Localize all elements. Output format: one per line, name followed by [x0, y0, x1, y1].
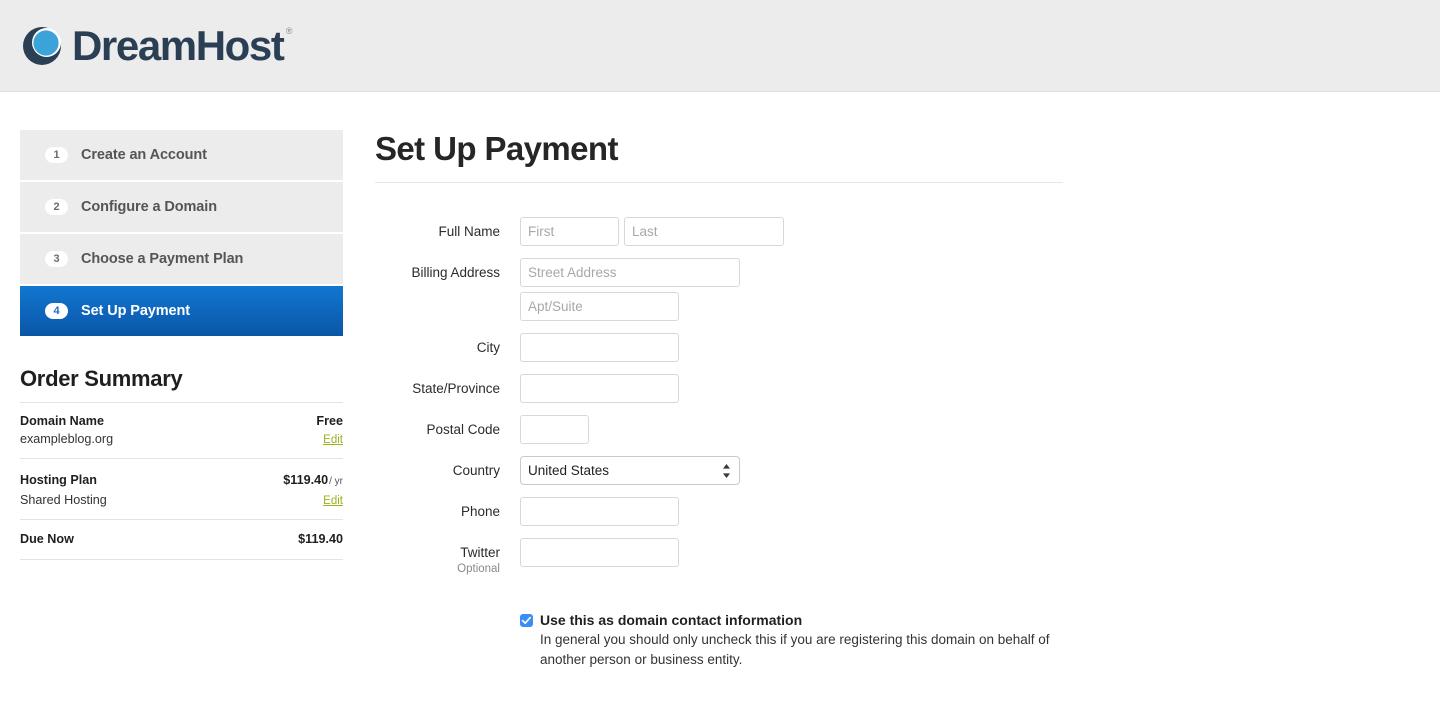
step-label: Set Up Payment [81, 303, 190, 319]
step-number-badge: 1 [45, 147, 68, 163]
sidebar-step-choose-a-payment-plan[interactable]: 3 Choose a Payment Plan [20, 234, 343, 284]
form-row-full-name: Full Name [375, 217, 1440, 246]
step-number-badge: 3 [45, 251, 68, 267]
order-summary-table: Domain Name Free exampleblog.org Edit Ho… [20, 402, 343, 561]
order-summary-row-hosting: Hosting Plan $119.40/ yr Shared Hosting … [20, 459, 343, 520]
summary-item-sublabel: Shared Hosting [20, 493, 107, 508]
last-name-input[interactable] [624, 217, 784, 246]
payment-form: Full Name Billing Address City [375, 217, 1440, 669]
summary-item-sublabel: exampleblog.org [20, 432, 114, 447]
site-header: DreamHost ® [0, 0, 1440, 92]
form-row-phone: Phone [375, 497, 1440, 526]
apt-suite-input[interactable] [520, 292, 679, 321]
title-divider [375, 182, 1063, 183]
due-now-label: Due Now [20, 531, 74, 546]
summary-item-price: $119.40/ yr [283, 468, 343, 491]
domain-contact-title: Use this as domain contact information [540, 612, 803, 628]
summary-item-value: $119.40 [283, 472, 329, 487]
twitter-input[interactable] [520, 538, 679, 567]
step-number-badge: 2 [45, 199, 68, 215]
edit-domain-link[interactable]: Edit [323, 432, 343, 449]
twitter-label-text: Twitter [460, 545, 500, 560]
sidebar-step-configure-a-domain[interactable]: 2 Configure a Domain [20, 182, 343, 232]
domain-contact-checkbox[interactable] [520, 614, 533, 627]
page-title: Set Up Payment [375, 130, 618, 167]
state-province-input[interactable] [520, 374, 679, 403]
checkmark-icon [521, 616, 532, 625]
form-row-billing-address: Billing Address [375, 258, 1440, 321]
summary-item-label: Domain Name [20, 414, 104, 428]
full-name-label: Full Name [438, 224, 500, 239]
country-select-wrapper: United States [520, 456, 740, 485]
brand-name-text: DreamHost [72, 21, 285, 69]
domain-contact-block: Use this as domain contact information I… [520, 611, 1440, 669]
form-row-state-province: State/Province [375, 374, 1440, 403]
sidebar: 1 Create an Account 2 Configure a Domain… [20, 130, 343, 561]
street-address-input[interactable] [520, 258, 740, 287]
postal-code-label: Postal Code [426, 422, 500, 437]
main-content: Set Up Payment Full Name Billing Address [375, 130, 1440, 669]
postal-code-input[interactable] [520, 415, 589, 444]
country-select[interactable]: United States [520, 456, 740, 485]
summary-item-value-suffix: / yr [329, 475, 343, 487]
form-row-twitter: Twitter Optional [375, 538, 1440, 576]
order-summary-row-domain: Domain Name Free exampleblog.org Edit [20, 403, 343, 459]
country-label: Country [452, 463, 500, 478]
brand-name: DreamHost ® [72, 21, 292, 69]
form-row-postal-code: Postal Code [375, 415, 1440, 444]
billing-address-label: Billing Address [411, 265, 500, 280]
registered-mark: ® [285, 25, 293, 36]
domain-contact-text: Use this as domain contact information I… [540, 611, 1060, 669]
checkout-steps: 1 Create an Account 2 Configure a Domain… [20, 130, 343, 336]
form-row-country: Country United States [375, 456, 1440, 485]
twitter-optional-note: Optional [457, 563, 500, 575]
page-body: 1 Create an Account 2 Configure a Domain… [0, 92, 1440, 669]
edit-hosting-link[interactable]: Edit [323, 493, 343, 510]
sidebar-step-set-up-payment[interactable]: 4 Set Up Payment [20, 286, 343, 336]
dreamhost-crescent-logo-icon [23, 26, 61, 65]
state-province-label: State/Province [412, 381, 500, 396]
twitter-label: Twitter Optional [375, 538, 520, 576]
dreamhost-logo[interactable]: DreamHost ® [20, 21, 292, 69]
step-label: Create an Account [81, 147, 207, 163]
phone-label: Phone [460, 504, 500, 519]
due-now-value: $119.40 [298, 531, 343, 546]
step-label: Configure a Domain [81, 199, 217, 215]
domain-contact-description: In general you should only uncheck this … [540, 632, 1050, 667]
order-summary-row-due-now: Due Now $119.40 [20, 520, 343, 561]
order-summary-title: Order Summary [20, 366, 183, 391]
city-label: City [476, 340, 500, 355]
form-row-city: City [375, 333, 1440, 362]
summary-item-value: Free [316, 414, 343, 428]
first-name-input[interactable] [520, 217, 619, 246]
sidebar-step-create-an-account[interactable]: 1 Create an Account [20, 130, 343, 180]
step-label: Choose a Payment Plan [81, 251, 244, 267]
step-number-badge: 4 [45, 303, 68, 319]
city-input[interactable] [520, 333, 679, 362]
phone-input[interactable] [520, 497, 679, 526]
summary-item-label: Hosting Plan [20, 472, 97, 487]
